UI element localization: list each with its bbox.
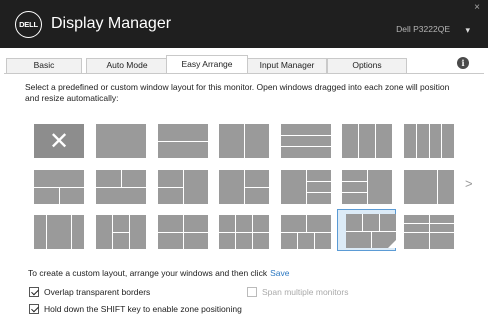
layout-option[interactable] xyxy=(96,170,146,204)
zone-divider xyxy=(158,232,208,233)
layout-option[interactable] xyxy=(342,170,392,204)
layout-option[interactable] xyxy=(404,170,454,204)
zone-divider xyxy=(375,124,376,158)
zone-divider xyxy=(342,181,367,182)
layout-option-selected[interactable] xyxy=(346,214,396,248)
overlap-borders-checkbox[interactable] xyxy=(29,287,39,297)
tab-bar: Basic Auto Mode Easy Arrange Input Manag… xyxy=(0,55,488,74)
layout-option[interactable] xyxy=(404,124,454,158)
zone-divider xyxy=(404,223,454,224)
layout-option[interactable] xyxy=(96,215,146,249)
zone-divider xyxy=(281,135,331,136)
app-title: Display Manager xyxy=(51,15,172,32)
layout-option[interactable] xyxy=(158,215,208,249)
dell-logo: DELL xyxy=(15,11,42,38)
layout-option[interactable] xyxy=(281,215,331,249)
zone-divider xyxy=(362,214,363,231)
zone-divider xyxy=(306,170,307,204)
zone-divider xyxy=(297,232,298,249)
zone-divider xyxy=(314,232,315,249)
shift-key-label: Hold down the SHIFT key to enable zone p… xyxy=(44,304,242,314)
zone-divider xyxy=(306,192,331,193)
zone-divider xyxy=(306,181,331,182)
zone-divider xyxy=(158,141,208,142)
tab-basic[interactable]: Basic xyxy=(6,58,82,73)
overlap-borders-option[interactable]: Overlap transparent borders xyxy=(29,287,150,297)
span-monitors-option[interactable]: Span multiple monitors xyxy=(247,287,348,297)
zone-divider xyxy=(121,170,122,187)
selected-corner-icon xyxy=(388,240,396,248)
layout-option[interactable] xyxy=(281,124,331,158)
layout-description: Select a predefined or custom window lay… xyxy=(25,82,450,103)
save-link[interactable]: Save xyxy=(270,268,289,278)
span-monitors-label: Span multiple monitors xyxy=(262,287,349,297)
layout-option[interactable] xyxy=(219,170,269,204)
span-monitors-checkbox[interactable] xyxy=(247,287,257,297)
next-page-arrow[interactable]: > xyxy=(465,176,473,191)
monitor-selector[interactable]: Dell P3222QE xyxy=(396,24,450,34)
chevron-down-icon[interactable]: ▾ xyxy=(465,25,470,36)
tab-options[interactable]: Options xyxy=(327,58,407,73)
zone-divider xyxy=(219,232,269,233)
zone-divider xyxy=(342,192,367,193)
zone-divider xyxy=(244,124,245,158)
layout-option[interactable] xyxy=(219,215,269,249)
zone-divider xyxy=(441,124,442,158)
tab-input-manager[interactable]: Input Manager xyxy=(247,58,327,73)
shift-key-checkbox[interactable] xyxy=(29,304,39,314)
shift-key-option[interactable]: Hold down the SHIFT key to enable zone p… xyxy=(29,304,242,314)
tab-easy-arrange[interactable]: Easy Arrange xyxy=(166,55,248,74)
layout-option[interactable] xyxy=(158,124,208,158)
title-bar: DELL Display Manager × Dell P3222QE ▾ xyxy=(0,0,488,48)
zone-divider xyxy=(281,146,331,147)
layout-option[interactable] xyxy=(342,124,392,158)
layout-option-none[interactable]: ✕ xyxy=(34,124,84,158)
zone-divider xyxy=(437,170,438,204)
layout-option[interactable] xyxy=(281,170,331,204)
zone-divider xyxy=(358,124,359,158)
layout-option[interactable] xyxy=(34,170,84,204)
custom-layout-text: To create a custom layout, arrange your … xyxy=(28,268,289,278)
zone-divider xyxy=(96,187,146,188)
overlap-borders-label: Overlap transparent borders xyxy=(44,287,151,297)
zone-divider xyxy=(379,214,380,231)
no-layout-icon: ✕ xyxy=(48,127,70,155)
zone-divider xyxy=(429,124,430,158)
zone-divider xyxy=(371,231,372,248)
tab-auto-mode[interactable]: Auto Mode xyxy=(86,58,168,73)
zone-divider xyxy=(46,215,47,249)
zone-divider xyxy=(416,124,417,158)
zone-divider xyxy=(158,187,183,188)
close-icon[interactable]: × xyxy=(474,2,480,13)
logo-text: DELL xyxy=(19,20,38,29)
zone-divider xyxy=(404,232,454,233)
tab-underline xyxy=(4,73,484,74)
zone-divider xyxy=(281,232,331,233)
layout-option[interactable] xyxy=(404,215,454,249)
zone-divider xyxy=(183,170,184,204)
zone-divider xyxy=(112,232,129,233)
info-icon[interactable]: i xyxy=(457,57,469,69)
zone-divider xyxy=(71,215,72,249)
layout-option[interactable] xyxy=(219,124,269,158)
layout-option[interactable] xyxy=(158,170,208,204)
zone-divider xyxy=(244,187,269,188)
zone-divider xyxy=(129,215,130,249)
zone-divider xyxy=(59,187,60,204)
zone-divider xyxy=(306,215,307,232)
zone-divider xyxy=(367,170,368,204)
layout-option[interactable] xyxy=(34,215,84,249)
custom-layout-instruction: To create a custom layout, arrange your … xyxy=(28,268,268,278)
layout-option[interactable] xyxy=(96,124,146,158)
